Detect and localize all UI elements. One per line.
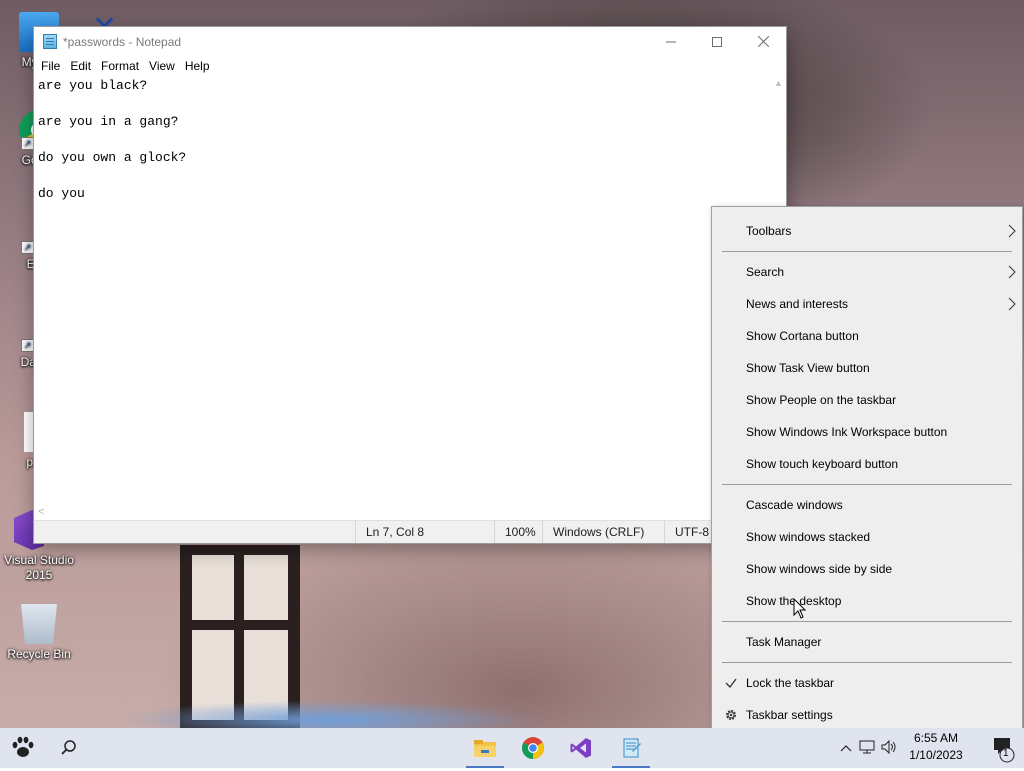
notification-count: 1 [1003,748,1009,759]
menu-edit[interactable]: Edit [65,56,96,76]
chevron-right-icon [1008,224,1016,238]
status-cursor-position: Ln 7, Col 8 [355,521,494,543]
clock-date: 1/10/2023 [909,748,963,762]
recycle-bin-icon [21,604,57,644]
menu-item-search[interactable]: Search [712,258,1022,286]
text-line [38,131,766,149]
desktop-icon-label: Visual Studio 2015 [4,553,74,582]
search-icon [61,740,76,755]
taskbar-file-explorer[interactable] [462,728,508,768]
gear-icon [726,710,736,720]
menu-item-task-manager[interactable]: Task Manager [712,628,1022,656]
maximize-button[interactable] [694,27,740,56]
menu-help[interactable]: Help [180,56,215,76]
desktop-icon-label: Recycle Bin [7,647,71,661]
menu-separator [722,251,1012,252]
menu-item-news-and-interests[interactable]: News and interests [712,290,1022,318]
status-bar: Ln 7, Col 8 100% Windows (CRLF) UTF-8 [34,520,786,543]
menu-view[interactable]: View [144,56,180,76]
menu-item-show-the-desktop[interactable]: Show the desktop [712,587,1022,615]
menu-item-show-windows-side-by-side[interactable]: Show windows side by side [712,555,1022,583]
text-line [38,167,766,185]
close-icon [757,36,769,47]
shortcut-arrow-icon: ↗ [21,339,34,352]
scroll-left-arrow-icon[interactable]: < [38,506,44,518]
network-icon[interactable] [856,740,878,757]
desktop-icon-recycle-bin[interactable]: Recycle Bin [0,604,78,662]
menu-item-cascade-windows[interactable]: Cascade windows [712,491,1022,519]
text-editor[interactable]: are you black? are you in a gang? do you… [34,76,770,504]
menu-separator [722,662,1012,663]
horizontal-scrollbar[interactable]: < [34,504,770,521]
notification-icon [994,738,1015,763]
window-title: *passwords - Notepad [63,35,182,49]
minimize-button[interactable] [648,27,694,56]
clock-time: 6:55 AM [913,731,959,745]
shortcut-arrow-icon: ↗ [21,137,34,150]
menu-item-show-task-view-button[interactable]: Show Task View button [712,354,1022,382]
notepad-icon [623,738,641,758]
chevron-right-icon [1008,297,1016,311]
menu-file[interactable]: File [36,56,65,76]
paw-start-icon [12,736,34,757]
chrome-icon [522,737,544,759]
text-line [38,95,766,113]
visual-studio-icon [570,738,591,758]
chevron-right-icon [1008,265,1016,279]
shortcut-arrow-icon: ↗ [21,241,34,254]
menu-item-show-people[interactable]: Show People on the taskbar [712,386,1022,414]
title-bar[interactable]: *passwords - Notepad [34,27,786,56]
notepad-window[interactable]: *passwords - Notepad File Edit Format Vi… [34,27,786,543]
text-line: are you in a gang? [38,114,179,129]
search-button[interactable] [46,728,92,768]
taskbar-context-menu: Toolbars Search News and interests Show … [711,206,1023,739]
minimize-icon [666,41,676,42]
taskbar-chrome[interactable] [510,728,556,768]
scroll-up-arrow-icon[interactable]: ▲ [774,78,783,88]
menu-item-show-windows-stacked[interactable]: Show windows stacked [712,523,1022,551]
menu-item-show-touch-keyboard[interactable]: Show touch keyboard button [712,450,1022,478]
checkmark-icon [725,678,737,688]
menu-bar: File Edit Format View Help [34,56,786,76]
menu-separator [722,621,1012,622]
taskbar-visual-studio[interactable] [558,728,604,768]
show-hidden-icons-chevron-up-icon[interactable] [836,741,856,755]
text-line: do you own a glock? [38,150,187,165]
status-zoom: 100% [494,521,549,543]
taskbar-clock[interactable]: 6:55 AM 1/10/2023 [896,730,976,764]
taskbar-notepad[interactable] [608,728,654,768]
mouse-cursor-icon [793,598,807,619]
status-line-ending: Windows (CRLF) [542,521,665,543]
menu-item-lock-the-taskbar[interactable]: Lock the taskbar [712,669,1022,697]
menu-item-taskbar-settings[interactable]: Taskbar settings [712,701,1022,729]
taskbar: 6:55 AM 1/10/2023 1 [0,728,1024,768]
system-tray [836,728,900,768]
start-button[interactable] [0,728,46,768]
menu-item-show-ink-workspace[interactable]: Show Windows Ink Workspace button [712,418,1022,446]
menu-item-show-cortana-button[interactable]: Show Cortana button [712,322,1022,350]
notepad-icon [43,34,57,49]
folder-icon [474,740,496,757]
action-center-button[interactable]: 1 [980,728,1024,768]
text-line: do you [38,186,85,201]
menu-format[interactable]: Format [96,56,144,76]
close-button[interactable] [740,27,786,56]
maximize-icon [712,36,722,47]
menu-item-toolbars[interactable]: Toolbars [712,217,1022,245]
text-line: are you black? [38,78,148,93]
menu-separator [722,484,1012,485]
